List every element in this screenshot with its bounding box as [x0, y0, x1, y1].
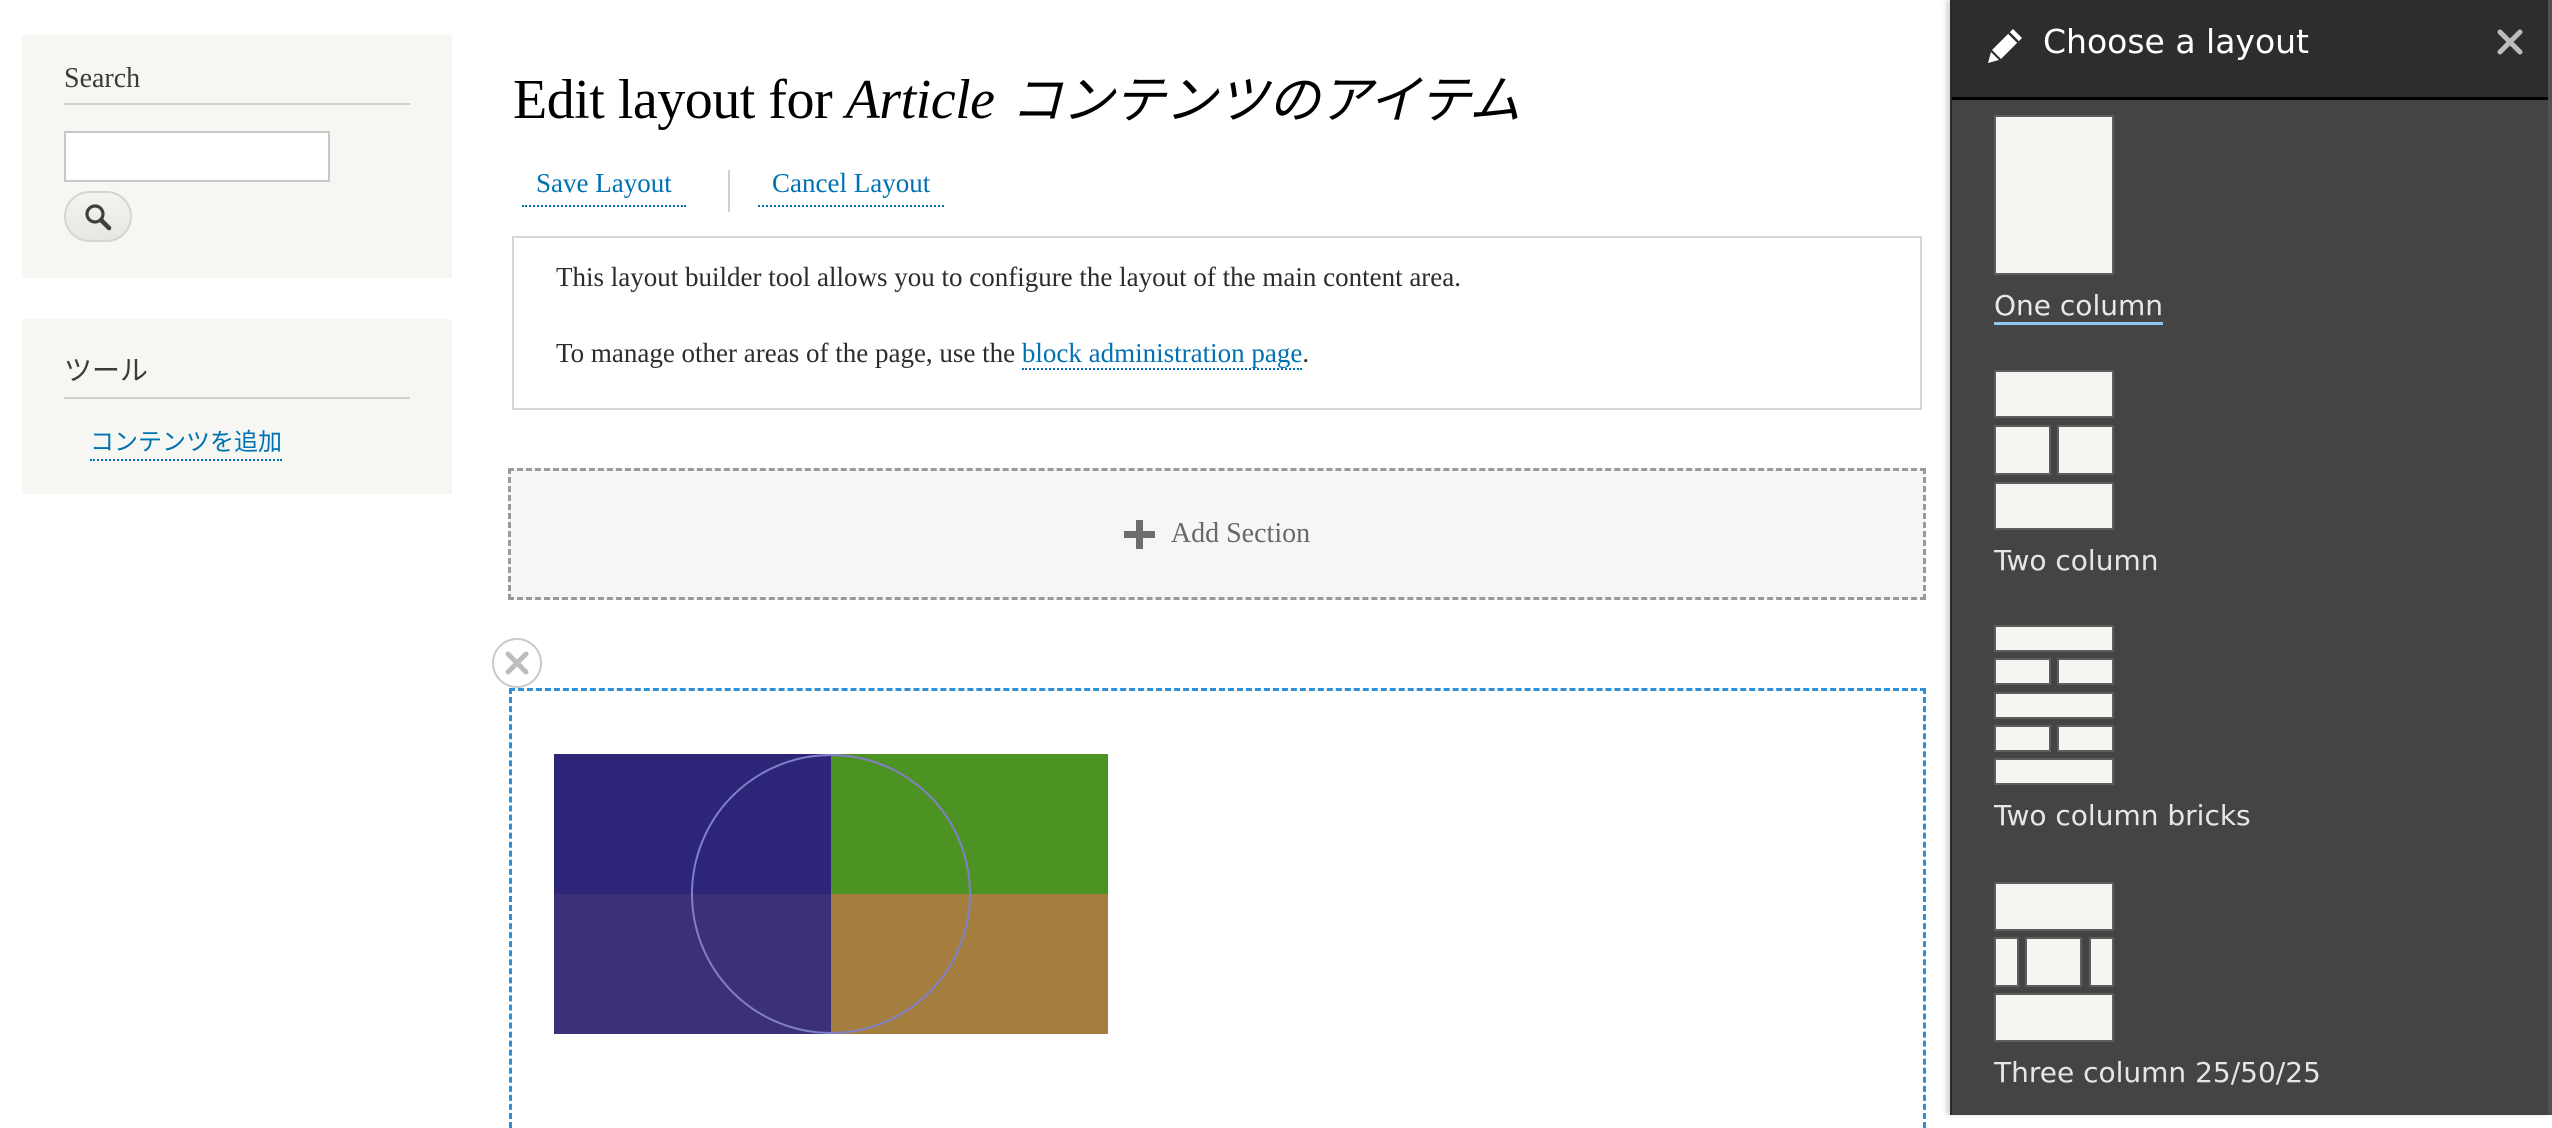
layout-icon-region	[2025, 937, 2082, 987]
layout-icon-region	[1994, 692, 2114, 719]
tools-block: ツール コンテンツを追加	[22, 319, 452, 494]
panel-scrollbar[interactable]	[2548, 0, 2552, 1115]
layout-option-three-column-25-50-25[interactable]: Three column 25/50/25	[1994, 882, 2321, 1089]
two-column-layout-icon	[1994, 370, 2114, 530]
layout-icon-region	[1994, 882, 2114, 931]
search-block-title: Search	[64, 63, 410, 105]
page-title-prefix: Edit layout for	[513, 69, 846, 131]
info-text-1: This layout builder tool allows you to c…	[556, 262, 1462, 292]
layout-icon-region	[1994, 482, 2114, 530]
layout-option-two-column[interactable]: Two column	[1994, 370, 2158, 577]
layout-icon-region	[2057, 725, 2114, 752]
info-text-2-suffix: .	[1302, 338, 1310, 368]
layout-option-label[interactable]: Three column 25/50/25	[1994, 1056, 2321, 1089]
save-layout-link[interactable]: Save Layout	[522, 168, 686, 207]
layout-option-label[interactable]: One column	[1994, 289, 2163, 325]
layout-icon-region	[1994, 625, 2114, 652]
search-icon	[85, 203, 112, 230]
layout-icon-region	[1994, 725, 2051, 752]
plus-icon	[1123, 519, 1155, 549]
one-column-layout-icon	[1994, 115, 2114, 275]
pencil-icon	[1988, 29, 2022, 63]
content-image	[554, 754, 1108, 1034]
panel-header: Choose a layout	[1952, 0, 2552, 100]
remove-section-button[interactable]	[492, 638, 542, 688]
layout-option-one-column[interactable]: One column	[1994, 115, 2163, 325]
layout-icon-region	[1994, 370, 2114, 418]
search-input[interactable]	[64, 131, 330, 182]
layout-chooser-panel: Choose a layout One column Two column Tw…	[1950, 0, 2552, 1115]
two-column-bricks-layout-icon	[1994, 625, 2114, 785]
block-admin-link[interactable]: block administration page	[1021, 338, 1303, 370]
layout-option-label[interactable]: Two column bricks	[1994, 799, 2251, 832]
layout-icon-region	[2089, 937, 2114, 987]
layout-icon-region	[1994, 758, 2114, 785]
cancel-layout-link[interactable]: Cancel Layout	[758, 168, 945, 207]
layout-icon-region	[2057, 658, 2114, 685]
close-icon	[505, 651, 529, 675]
layout-icon-region	[1994, 993, 2114, 1042]
add-section-button[interactable]: Add Section	[508, 468, 1926, 600]
add-section-label: Add Section	[1170, 518, 1311, 549]
actions-divider	[728, 170, 730, 212]
layout-option-two-column-bricks[interactable]: Two column bricks	[1994, 625, 2251, 832]
info-text-2-prefix: To manage other areas of the page, use t…	[556, 338, 1022, 368]
add-content-link[interactable]: コンテンツを追加	[90, 422, 282, 461]
page-title: Edit layout for Article コンテンツのアイテム	[513, 58, 1521, 133]
tools-block-title: ツール	[64, 349, 410, 399]
layout-icon-region	[1994, 658, 2051, 685]
search-block: Search	[22, 35, 452, 278]
panel-title: Choose a layout	[2043, 22, 2309, 61]
layout-icon-region	[2057, 425, 2114, 475]
image-circle	[691, 754, 971, 1034]
search-button[interactable]	[64, 191, 132, 242]
page-title-suffix: コンテンツのアイテム	[994, 71, 1521, 131]
info-text-2: To manage other areas of the page, use t…	[556, 338, 1310, 370]
panel-close-button[interactable]	[2490, 22, 2530, 62]
layout-option-label[interactable]: Two column	[1994, 544, 2158, 577]
layout-icon-region	[1994, 115, 2114, 275]
page-title-bundle: Article	[845, 69, 995, 131]
layout-icon-region	[1994, 425, 2051, 475]
info-message: This layout builder tool allows you to c…	[512, 236, 1922, 410]
close-icon	[2497, 29, 2523, 55]
layout-icon-region	[1994, 937, 2019, 987]
three-column-layout-icon	[1994, 882, 2114, 1042]
